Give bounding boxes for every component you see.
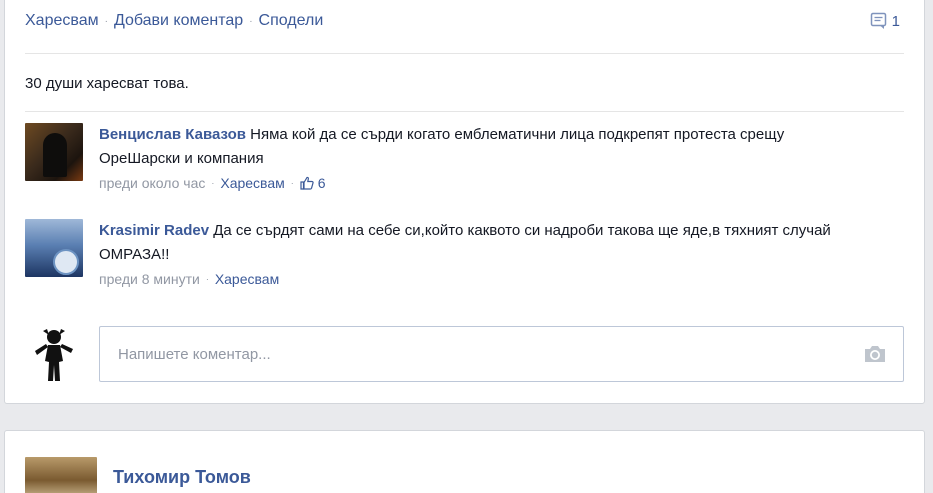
- avatar[interactable]: [25, 123, 83, 181]
- comment-text: Венцислав Кавазов Няма кой да се сърди к…: [99, 123, 859, 171]
- likes-summary[interactable]: 30 души харесват това.: [25, 75, 189, 92]
- comment-count[interactable]: 1: [870, 9, 900, 33]
- share-button[interactable]: Сподели: [259, 12, 324, 30]
- comment-time[interactable]: преди 8 минути: [99, 268, 200, 290]
- comment-input[interactable]: Напишете коментар...: [99, 326, 904, 382]
- comment-bubble-icon: [870, 12, 886, 29]
- next-post-card: Тихомир Томов: [4, 430, 925, 493]
- post-actions: Харесвам · Добави коментар · Сподели 1: [25, 9, 904, 33]
- comment-item: Венцислав Кавазов Няма кой да се сърди к…: [25, 123, 904, 194]
- comment-like-button[interactable]: Харесвам: [215, 268, 279, 290]
- comment-count-number: 1: [891, 12, 900, 30]
- comment-item: Krasimir Radev Да се сърдят сами на себе…: [25, 219, 904, 290]
- add-comment-button[interactable]: Добави коментар: [114, 12, 243, 30]
- camera-icon[interactable]: [863, 344, 887, 369]
- like-button[interactable]: Харесвам: [25, 12, 99, 30]
- comment-message: Да се сърдят сами на себе си,който какво…: [99, 222, 831, 263]
- separator: ·: [249, 15, 253, 27]
- current-user-avatar: [25, 325, 83, 383]
- comment-composer: Напишете коментар...: [25, 325, 904, 383]
- divider: [25, 111, 904, 112]
- next-post-header: Тихомир Томов: [25, 457, 251, 493]
- comment-like-count[interactable]: 6: [300, 172, 326, 194]
- comment-like-button[interactable]: Харесвам: [220, 172, 284, 194]
- comment-input-placeholder: Напишете коментар...: [118, 345, 271, 363]
- comment-text: Krasimir Radev Да се сърдят сами на себе…: [99, 219, 859, 267]
- silhouette-avatar-icon: [35, 329, 73, 381]
- comment-meta: преди 8 минути · Харесвам: [99, 268, 904, 290]
- comment-author[interactable]: Венцислав Кавазов: [99, 126, 246, 143]
- avatar[interactable]: [25, 457, 97, 493]
- avatar[interactable]: [25, 219, 83, 277]
- comment-author[interactable]: Krasimir Radev: [99, 222, 209, 239]
- comment-time[interactable]: преди около час: [99, 172, 205, 194]
- thumbs-up-icon: [300, 176, 314, 190]
- post-author[interactable]: Тихомир Томов: [113, 467, 251, 488]
- comment-meta: преди около час · Харесвам · 6: [99, 172, 904, 194]
- separator: ·: [104, 15, 108, 27]
- post-card: Харесвам · Добави коментар · Сподели 1 3…: [4, 0, 925, 404]
- divider: [25, 53, 904, 54]
